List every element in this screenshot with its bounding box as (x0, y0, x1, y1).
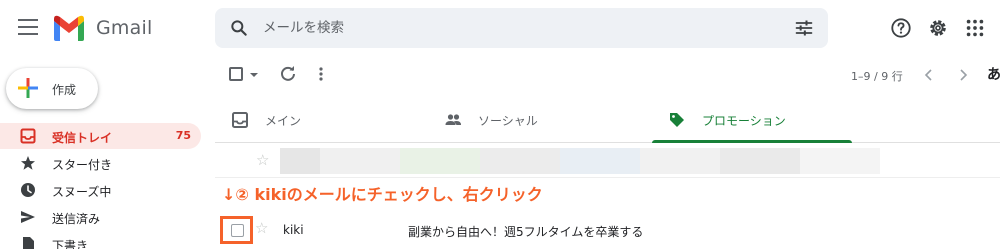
settings-icon[interactable] (927, 17, 949, 39)
refresh-icon[interactable] (279, 65, 297, 83)
clock-icon (21, 183, 35, 197)
sidebar-item-label: スター付き (52, 158, 113, 172)
email-row-redacted[interactable]: ☆ (215, 144, 1000, 178)
email-checkbox[interactable] (231, 224, 244, 237)
input-language-indicator[interactable]: あ (987, 64, 1000, 84)
tag-icon (670, 113, 684, 127)
star-icon[interactable]: ☆ (255, 219, 268, 237)
active-tab-indicator (652, 140, 852, 143)
redacted-block (280, 148, 320, 174)
star-icon (21, 156, 35, 170)
redacted-block (320, 148, 400, 174)
sidebar-item-starred[interactable]: スター付き (0, 150, 201, 176)
sidebar-item-label: 受信トレイ (52, 131, 113, 145)
instruction-annotation: ↓② kikiのメールにチェックし、右クリック (222, 185, 543, 204)
sidebar-item-label: 下書き (52, 239, 89, 249)
select-all-checkbox[interactable] (229, 67, 243, 81)
unread-count-badge: 75 (175, 129, 191, 142)
sidebar-item-sent[interactable]: 送信済み (0, 204, 201, 230)
gmail-window: Gmail メールを検索 作成 受信トレイ 75 スター付き スヌーズ中 送信済… (0, 0, 1000, 249)
pagination-label: 1–9 / 9 行 (851, 70, 903, 83)
tab-label: プロモーション (702, 114, 786, 128)
tab-primary[interactable]: メイン (215, 96, 435, 143)
sidebar-item-drafts[interactable]: 下書き (0, 231, 201, 249)
checkbox-highlight (220, 216, 253, 244)
compose-label: 作成 (52, 83, 77, 97)
plus-icon (18, 78, 38, 98)
sidebar-item-label: 送信済み (52, 212, 101, 226)
tab-label: ソーシャル (478, 114, 538, 128)
help-icon[interactable] (890, 17, 912, 39)
brand-name: Gmail (96, 17, 153, 39)
draft-icon (23, 237, 34, 249)
redacted-block (400, 148, 480, 174)
email-subject: 副業から自由へ！週5フルタイムを卒業する (408, 225, 644, 239)
select-dropdown-icon[interactable] (249, 71, 259, 79)
compose-button[interactable]: 作成 (6, 68, 98, 109)
main-menu-icon[interactable] (18, 19, 38, 37)
people-icon (445, 114, 461, 125)
search-bar[interactable] (215, 8, 828, 48)
search-icon[interactable] (229, 18, 249, 38)
sidebar-item-label: スヌーズ中 (52, 185, 112, 199)
redacted-block (800, 148, 880, 174)
inbox-icon (20, 128, 36, 144)
star-icon[interactable]: ☆ (256, 151, 269, 169)
tab-social[interactable]: ソーシャル (428, 96, 648, 143)
more-options-icon[interactable] (316, 66, 326, 82)
redacted-block (560, 148, 640, 174)
redacted-block (720, 148, 800, 174)
sidebar-item-inbox[interactable]: 受信トレイ 75 (0, 123, 201, 149)
chevron-right-icon[interactable] (958, 69, 968, 81)
email-sender: kiki (283, 223, 304, 237)
search-input[interactable] (263, 16, 743, 40)
send-icon (21, 211, 35, 223)
search-options-icon[interactable] (794, 18, 814, 38)
gmail-logo-icon[interactable] (52, 14, 86, 42)
redacted-block (640, 148, 720, 174)
chevron-left-icon[interactable] (924, 69, 934, 81)
apps-grid-icon[interactable] (964, 17, 986, 39)
inbox-icon (232, 112, 248, 128)
redacted-block (480, 148, 560, 174)
tab-label: メイン (265, 114, 302, 128)
sidebar-item-snoozed[interactable]: スヌーズ中 (0, 177, 201, 203)
tab-promotions[interactable]: プロモーション (652, 96, 852, 143)
